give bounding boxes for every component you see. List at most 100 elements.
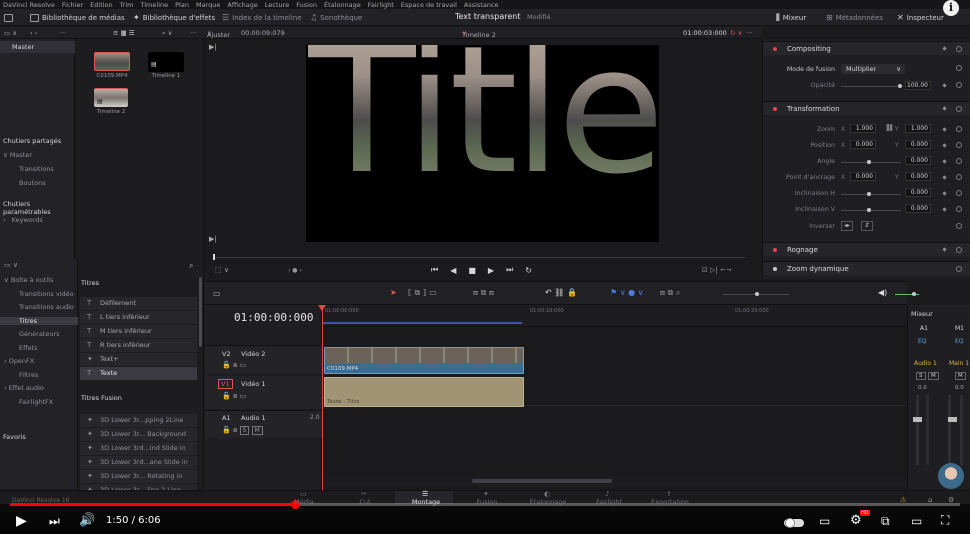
enable-dot-icon-3[interactable] — [773, 248, 777, 252]
timeline-selector[interactable]: Timeline 2 ∨ — [462, 29, 496, 39]
pitch-slider[interactable] — [841, 194, 901, 195]
keyframe-icon-anchor[interactable] — [942, 175, 947, 180]
view-options-icon[interactable]: ⬚ ∨ — [215, 266, 229, 274]
title-effect-item[interactable]: T M tiers inférieur — [80, 325, 197, 338]
progress-bar[interactable] — [10, 503, 295, 506]
menu-item[interactable]: Fusion — [296, 1, 317, 9]
effects-nav-item[interactable]: ∨ Boîte à outils — [4, 276, 53, 284]
rotation-slider-knob[interactable] — [867, 160, 871, 164]
clip-thumbnail[interactable] — [94, 52, 130, 71]
title-effect-item[interactable]: T Texte — [80, 367, 197, 380]
mute-button-a1[interactable]: M — [251, 426, 263, 435]
playback-speed-icon[interactable]: ↻ ∨ — [730, 29, 742, 37]
crop-header[interactable]: Rognage — [763, 242, 970, 256]
track-id-v1[interactable]: V1 — [218, 379, 233, 389]
master-bin[interactable]: Master — [0, 41, 75, 53]
menu-item[interactable]: Espace de travail — [401, 1, 457, 9]
effects-nav-item[interactable]: › OpenFX — [4, 357, 34, 365]
keyframe-icon[interactable] — [942, 46, 947, 51]
select-tool-icon[interactable]: ➤ — [390, 288, 397, 297]
miniplayer-icon[interactable]: ⧉ — [881, 514, 890, 529]
play-icon[interactable]: ▶ — [488, 266, 494, 275]
page-tab[interactable]: ▭ Média — [275, 490, 333, 506]
effects-nav-item[interactable]: › Effet audio — [4, 384, 44, 392]
title-effect-item[interactable]: T L tiers inférieur — [80, 311, 197, 324]
flag-icon[interactable]: ⚑ ∨ ● ∨ — [610, 288, 644, 297]
edit-index-button[interactable]: ☰ Index de la timeline — [222, 12, 302, 23]
keyframe-icon-yaw[interactable] — [942, 207, 947, 212]
sound-library-button[interactable]: ♫ Sonothèque — [310, 12, 362, 23]
effects-nav-item[interactable]: Transitions vidéo — [19, 290, 74, 298]
timeline-tracks[interactable]: C0109.MP4 Texte - Titre — [322, 305, 907, 490]
page-tab[interactable]: ◐ Étalonnage — [519, 490, 577, 506]
menu-item[interactable]: Fichier — [62, 1, 83, 9]
mixer-mute-button-2[interactable]: M — [955, 372, 966, 380]
zoom-y-field[interactable]: 1.000 — [905, 124, 931, 133]
keyframe-icon-pitch[interactable] — [942, 191, 947, 196]
inspector-button[interactable]: ✕ Inspecteur — [897, 12, 944, 23]
reset-icon-opacity[interactable] — [956, 82, 962, 88]
playhead-handle-icon[interactable] — [318, 305, 326, 311]
opacity-field[interactable]: 100.00 — [905, 81, 931, 90]
search-icon-fx[interactable]: ⌕ — [189, 261, 193, 271]
reset-icon-2[interactable] — [956, 106, 962, 112]
metadata-button[interactable]: ⊞ Métadonnées — [826, 12, 883, 23]
stop-icon[interactable]: ■ — [468, 266, 476, 275]
effects-nav-item[interactable]: Titres — [0, 316, 78, 325]
menu-item[interactable]: Étalonnage — [324, 1, 361, 9]
eq-button-2[interactable]: EQ — [955, 338, 964, 345]
video-clip[interactable]: C0109.MP4 — [324, 347, 524, 374]
enable-dot-icon[interactable] — [773, 47, 777, 51]
opacity-slider[interactable] — [841, 86, 901, 87]
lock-icon[interactable]: 🔓 ⧈ ▭ — [222, 361, 246, 370]
mixer-mute-button[interactable]: M — [928, 372, 939, 380]
scrubber-bar[interactable] — [215, 257, 745, 258]
keyframe-icon-2[interactable] — [942, 106, 947, 111]
bin-toggle-icon[interactable]: ▭ ∨ — [4, 29, 17, 37]
info-icon[interactable]: i — [943, 0, 959, 16]
flip-horizontal-button[interactable]: ◂▸ — [841, 221, 853, 231]
fusion-title-item[interactable]: ✦ 3D Lower 3r... Background — [80, 428, 197, 441]
panel-toggle-button[interactable] — [4, 12, 13, 23]
yaw-slider[interactable] — [841, 210, 901, 211]
fullscreen-icon[interactable]: ⛶ — [941, 513, 949, 528]
menu-item[interactable]: Assistance — [464, 1, 499, 9]
yaw-slider-knob[interactable] — [867, 208, 871, 212]
volume-knob[interactable] — [912, 292, 916, 296]
skip-end-icon[interactable]: ⏭ — [506, 265, 513, 275]
menu-item[interactable]: Fairlight — [368, 1, 394, 9]
effects-nav-item[interactable]: FairlightFX — [19, 398, 53, 406]
next-icon[interactable]: ⏭ — [49, 514, 60, 529]
flip-vertical-button[interactable]: ⇵ — [861, 221, 873, 231]
reset-icon-3[interactable] — [956, 247, 962, 253]
subtitles-icon[interactable]: ▭ — [819, 514, 830, 528]
list-view-icon[interactable]: ≡ ▦ ☰ — [113, 29, 135, 37]
opacity-slider-knob[interactable] — [898, 84, 902, 88]
fusion-title-item[interactable]: ✦ 3D Lower 3rd...ane Slide in — [80, 456, 197, 469]
trim-tool-icon[interactable]: ⟦ ⧉ ⟧ ▭ — [408, 288, 437, 298]
reset-icon-position[interactable] — [956, 142, 962, 148]
timeline-view-icon[interactable]: ▭ — [213, 289, 221, 298]
fx-scrollbar[interactable] — [199, 277, 202, 347]
smart-bin-keywords[interactable]: › Keywords — [3, 216, 43, 224]
viewer-left-icon-2[interactable]: ▶| — [209, 235, 217, 243]
menu-item[interactable]: Affichage — [227, 1, 258, 9]
rotation-slider[interactable] — [841, 162, 901, 163]
effects-nav-item[interactable]: Effets — [19, 344, 38, 352]
position-x-field[interactable]: 0.000 — [850, 140, 876, 149]
timeline-ruler[interactable]: 01:00:00:000 01:00:10:000 01:00:20:000 — [322, 305, 907, 327]
zoom-tools-icon[interactable]: ⧈ ⧉ ⌕ — [660, 288, 680, 298]
loop-icon[interactable]: ↻ — [525, 266, 532, 275]
jog-icon[interactable]: ‹ ● › — [288, 267, 302, 274]
keyframe-icon-3[interactable] — [942, 247, 947, 252]
autoplay-toggle[interactable] — [784, 518, 804, 528]
more-icon[interactable]: ··· — [60, 29, 66, 37]
reset-icon-yaw[interactable] — [956, 206, 962, 212]
enable-dot-icon-2[interactable] — [773, 107, 777, 111]
mixer-button[interactable]: ⫼ Mixeur — [776, 12, 806, 23]
more-icon-2[interactable]: ··· — [190, 29, 196, 37]
fader-main[interactable] — [948, 417, 957, 422]
track-header-v1[interactable]: V1 Vidéo 1 🔓 ⧈ ▭ — [205, 376, 322, 409]
timeline-scrollbar[interactable] — [472, 479, 612, 483]
timeline-thumbnail[interactable]: ▤ — [148, 52, 184, 72]
